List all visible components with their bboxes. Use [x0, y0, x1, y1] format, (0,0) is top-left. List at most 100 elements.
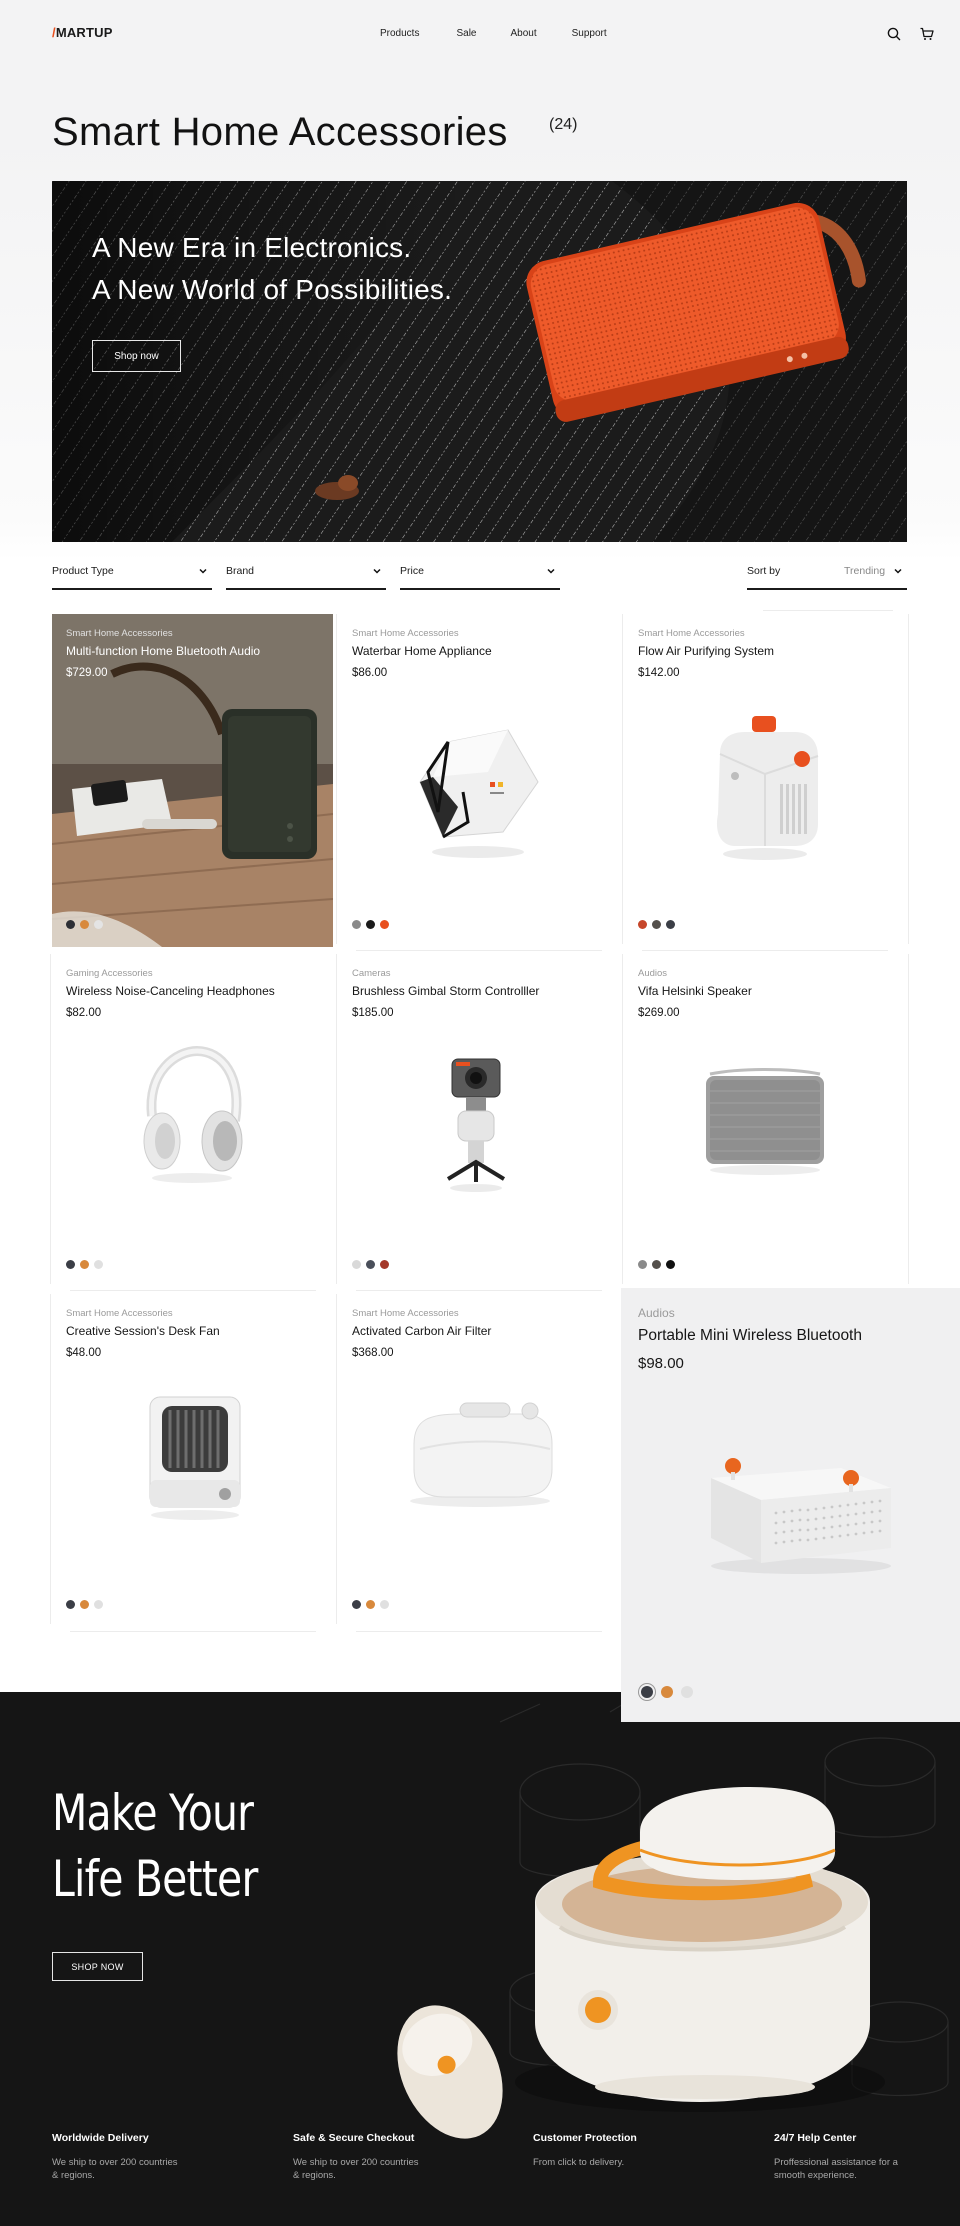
- color-swatch[interactable]: [80, 1260, 89, 1269]
- product-image: [143, 1046, 243, 1183]
- promo-headline-line-2: Life Better: [52, 1850, 258, 1908]
- feature-description-line: From click to delivery.: [533, 2157, 625, 2168]
- product-name: Vifa Helsinki Speaker: [638, 984, 752, 998]
- color-swatches: [66, 920, 103, 929]
- product-image: [149, 1396, 241, 1520]
- product-category: Smart Home Accessories: [66, 628, 173, 639]
- color-swatch[interactable]: [352, 1600, 361, 1609]
- color-swatch[interactable]: [94, 1260, 103, 1269]
- nav-link-support[interactable]: Support: [572, 28, 607, 39]
- grid-divider: [50, 1294, 51, 1624]
- color-swatch[interactable]: [66, 920, 75, 929]
- product-card[interactable]: Smart Home Accessories Activated Carbon …: [338, 1294, 621, 1627]
- color-swatch[interactable]: [681, 1686, 693, 1698]
- color-swatch[interactable]: [652, 920, 661, 929]
- color-swatch[interactable]: [80, 920, 89, 929]
- price-filter[interactable]: Price: [400, 556, 560, 590]
- cart-icon[interactable]: [919, 26, 935, 42]
- grid-divider: [356, 950, 602, 951]
- product-card[interactable]: Smart Home Accessories Flow Air Purifyin…: [624, 614, 907, 947]
- grid-divider: [336, 614, 337, 944]
- color-swatch[interactable]: [80, 1600, 89, 1609]
- color-swatches: [66, 1600, 103, 1609]
- color-swatch[interactable]: [666, 920, 675, 929]
- color-swatch[interactable]: [380, 1600, 389, 1609]
- top-navigation: /MARTUP Products Sale About Support: [0, 0, 960, 68]
- color-swatch[interactable]: [352, 920, 361, 929]
- color-swatch[interactable]: [380, 1260, 389, 1269]
- product-price: $729.00: [66, 667, 108, 679]
- product-card-featured[interactable]: Audios Portable Mini Wireless Bluetooth …: [621, 1288, 960, 1722]
- nav-link-sale[interactable]: Sale: [456, 28, 476, 39]
- color-swatch[interactable]: [66, 1600, 75, 1609]
- brand-filter-label: Brand: [226, 565, 255, 577]
- nav-links: Products Sale About Support: [380, 28, 607, 39]
- product-price: $86.00: [352, 667, 388, 679]
- feature-description-line: We ship to over 200 countries: [293, 2157, 419, 2168]
- feature-worldwide-delivery: Worldwide Delivery We ship to over 200 c…: [52, 2132, 252, 2182]
- product-image: [52, 614, 333, 947]
- product-type-filter[interactable]: Product Type: [52, 556, 212, 590]
- color-swatch[interactable]: [661, 1686, 673, 1698]
- color-swatch[interactable]: [638, 1260, 647, 1269]
- grid-divider: [622, 954, 623, 1284]
- search-icon[interactable]: [886, 26, 902, 42]
- product-card[interactable]: Cameras Brushless Gimbal Storm Controlll…: [338, 954, 621, 1287]
- brand-filter[interactable]: Brand: [226, 556, 386, 590]
- chevron-down-icon: [373, 568, 381, 574]
- sort-label: Sort by: [747, 565, 781, 577]
- shop-now-button[interactable]: SHOP NOW: [52, 1952, 143, 1981]
- page-title: Smart Home Accessories: [52, 110, 508, 154]
- color-swatch[interactable]: [66, 1260, 75, 1269]
- feature-title: 24/7 Help Center: [774, 2132, 857, 2144]
- product-category: Smart Home Accessories: [638, 628, 745, 639]
- price-filter-label: Price: [400, 565, 424, 577]
- color-swatch[interactable]: [94, 920, 103, 929]
- feature-description-line: & regions.: [52, 2170, 95, 2181]
- feature-description-line: Proffessional assistance for a: [774, 2157, 898, 2168]
- feature-description-line: We ship to over 200 countries: [52, 2157, 178, 2168]
- feature-title: Safe & Secure Checkout: [293, 2132, 415, 2144]
- color-swatch[interactable]: [641, 1686, 653, 1698]
- product-image: [706, 1068, 824, 1175]
- feature-title: Customer Protection: [533, 2132, 637, 2144]
- grid-divider: [70, 1290, 316, 1291]
- promo-headline-line-1: Make Your: [52, 1784, 254, 1842]
- product-card[interactable]: Smart Home Accessories Multi-function Ho…: [52, 614, 333, 947]
- sort-dropdown[interactable]: Sort by Trending: [747, 556, 907, 590]
- grid-divider: [908, 614, 909, 944]
- grid-divider: [356, 1290, 602, 1291]
- product-image: [446, 1058, 506, 1192]
- color-swatch[interactable]: [380, 920, 389, 929]
- hero-headline: A New Era in Electronics. A New World of…: [92, 227, 452, 311]
- color-swatch[interactable]: [94, 1600, 103, 1609]
- chevron-down-icon: [894, 568, 902, 574]
- logo[interactable]: /MARTUP: [52, 25, 113, 40]
- product-category: Smart Home Accessories: [66, 1308, 173, 1319]
- product-name: Activated Carbon Air Filter: [352, 1324, 492, 1338]
- nav-link-about[interactable]: About: [510, 28, 536, 39]
- product-category: Smart Home Accessories: [352, 628, 459, 639]
- color-swatch[interactable]: [366, 1260, 375, 1269]
- product-category: Gaming Accessories: [66, 968, 153, 979]
- product-category: Audios: [638, 968, 668, 979]
- color-swatches: [66, 1260, 103, 1269]
- product-card[interactable]: Gaming Accessories Wireless Noise-Cancel…: [52, 954, 335, 1287]
- color-swatch[interactable]: [638, 920, 647, 929]
- color-swatch[interactable]: [366, 1600, 375, 1609]
- shop-now-button[interactable]: Shop now: [92, 340, 181, 372]
- color-swatch[interactable]: [666, 1260, 675, 1269]
- color-swatches: [352, 1260, 389, 1269]
- product-name: Waterbar Home Appliance: [352, 644, 492, 658]
- color-swatch[interactable]: [352, 1260, 361, 1269]
- product-card[interactable]: Audios Vifa Helsinki Speaker $269.00: [624, 954, 907, 1287]
- feature-title: Worldwide Delivery: [52, 2132, 149, 2144]
- color-swatch[interactable]: [366, 920, 375, 929]
- nav-link-products[interactable]: Products: [380, 28, 419, 39]
- product-price: $82.00: [66, 1007, 102, 1019]
- color-swatches: [352, 1600, 389, 1609]
- product-image: [410, 1402, 553, 1507]
- color-swatch[interactable]: [652, 1260, 661, 1269]
- product-card[interactable]: Smart Home Accessories Waterbar Home App…: [338, 614, 621, 947]
- product-card[interactable]: Smart Home Accessories Creative Session'…: [52, 1294, 335, 1627]
